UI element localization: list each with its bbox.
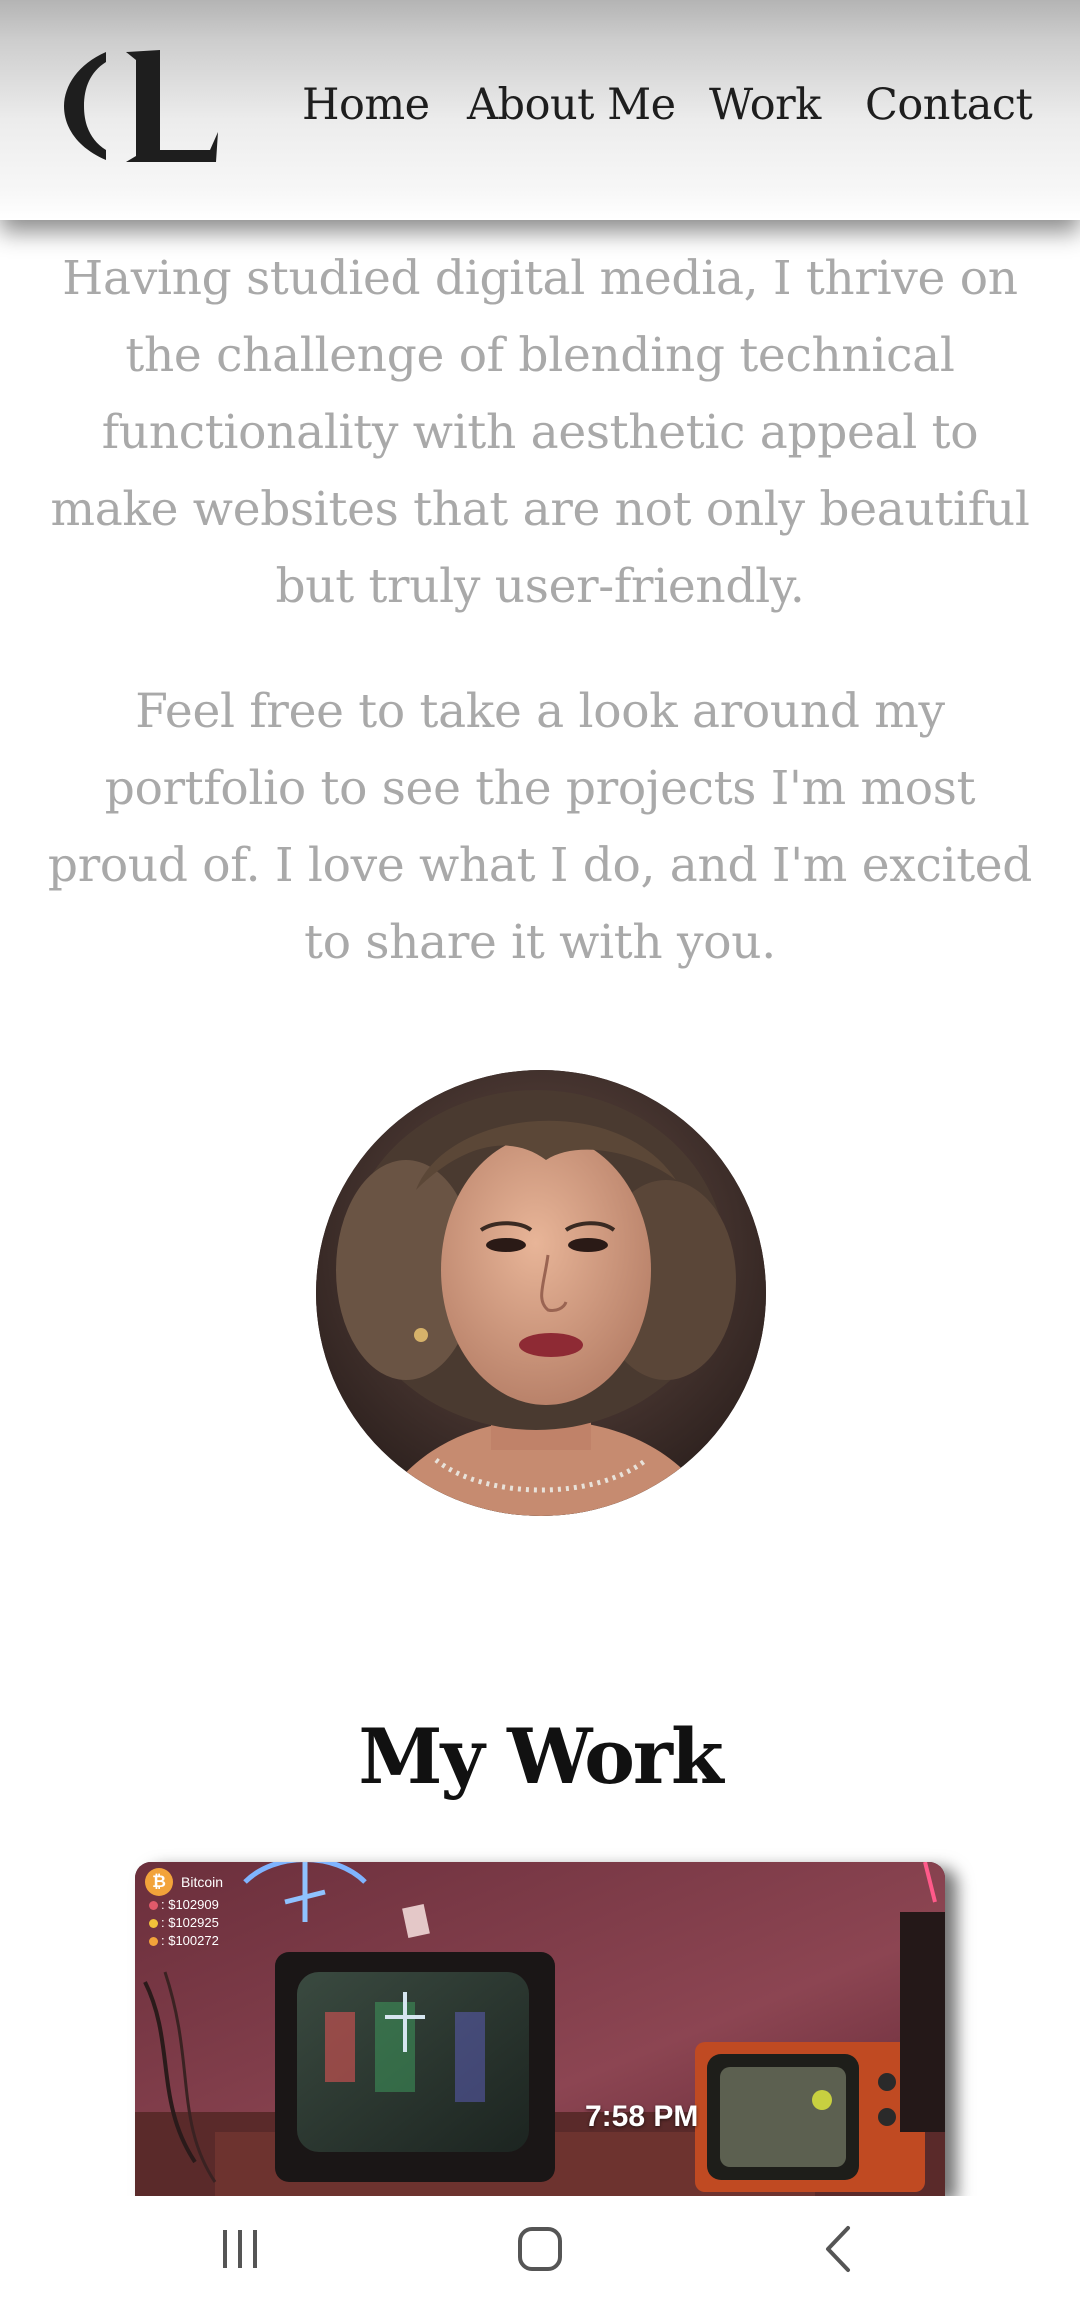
exchange-icon [149, 1936, 158, 1946]
home-icon [518, 2227, 562, 2271]
exchange-icon [149, 1918, 158, 1928]
project-thumbnail [135, 1862, 945, 2196]
nav-about-me[interactable]: About Me [467, 80, 676, 130]
price-value: : $102909 [161, 1897, 219, 1912]
price-row: : $102925 [149, 1914, 223, 1932]
bitcoin-widget-title: Bitcoin [181, 1874, 224, 1890]
price-row: : $100272 [149, 1932, 223, 1950]
section-title-my-work: My Work [358, 1712, 723, 1801]
nav-work[interactable]: Work [709, 80, 821, 130]
exchange-icon [149, 1900, 158, 1910]
nav-contact[interactable]: Contact [865, 80, 1033, 130]
recents-button[interactable] [190, 2196, 290, 2302]
project-clock: 7:58 PM [585, 2100, 699, 2133]
recents-icon [223, 2230, 257, 2268]
price-value: : $102925 [161, 1915, 219, 1930]
site-logo[interactable] [60, 46, 220, 166]
system-navigation-bar [0, 2196, 1080, 2302]
price-value: : $100272 [161, 1933, 219, 1948]
price-row: : $102909 [149, 1896, 223, 1914]
project-card[interactable]: ₿ Bitcoin : $102909 : $102925 : $100272 … [135, 1862, 945, 2196]
back-button[interactable] [790, 2196, 890, 2302]
back-icon [826, 2226, 850, 2272]
bitcoin-widget: ₿ Bitcoin : $102909 : $102925 : $100272 [145, 1868, 223, 1950]
bitcoin-icon: ₿ [145, 1868, 173, 1896]
site-header: Home About Me Work Contact [0, 0, 1080, 220]
home-button[interactable] [490, 2196, 590, 2302]
intro-paragraph-1: Having studied digital media, I thrive o… [50, 251, 1030, 614]
intro-paragraph-2: Feel free to take a look around my portf… [47, 684, 1033, 970]
profile-photo [316, 1070, 766, 1516]
nav-home[interactable]: Home [302, 80, 430, 130]
